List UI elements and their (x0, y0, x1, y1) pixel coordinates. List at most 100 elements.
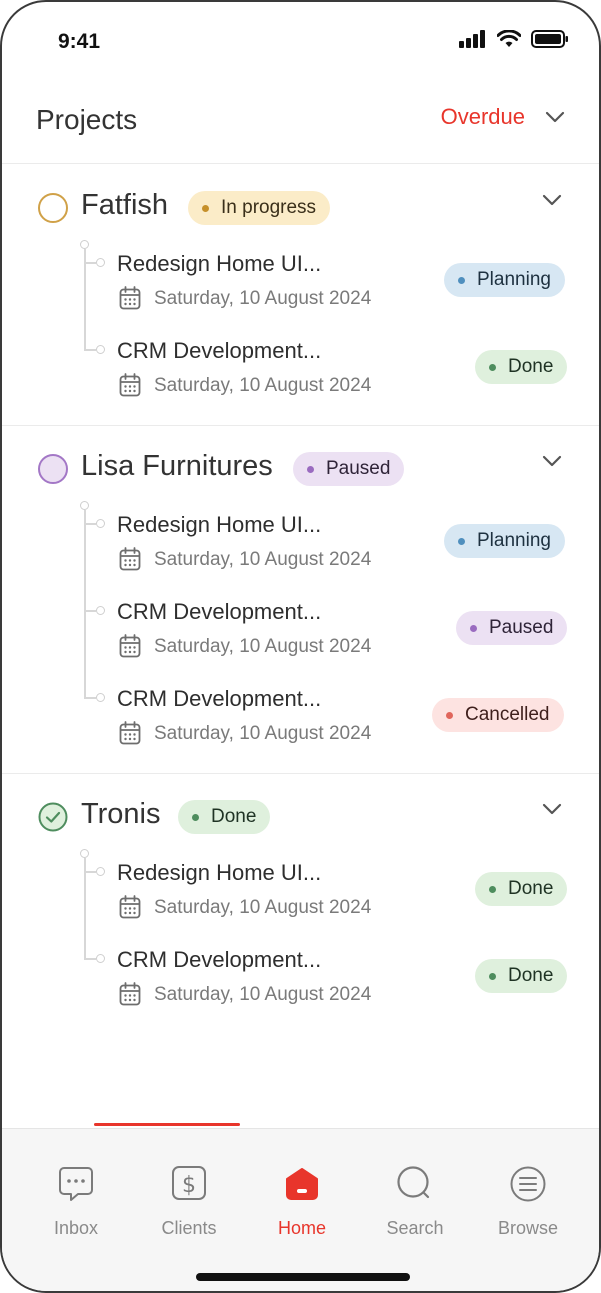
status-dot (489, 363, 496, 371)
task-item[interactable]: CRM Development... Saturday, 10 August 2… (2, 338, 599, 418)
status-badge-label: Planning (477, 530, 551, 551)
calendar-icon (119, 373, 141, 397)
status-badge: Done (475, 350, 568, 384)
task-item[interactable]: Redesign Home UI... Saturday, 10 August … (2, 512, 599, 592)
nav-label: Browse (497, 1218, 559, 1238)
status-badge-label: Paused (326, 458, 391, 479)
chevron-down-icon[interactable] (541, 193, 563, 207)
nav-item-inbox[interactable]: Inbox (26, 1165, 126, 1239)
task-date: Saturday, 10 August 2024 (154, 549, 372, 570)
nav-label: Home (277, 1218, 326, 1238)
calendar-icon (119, 547, 141, 571)
nav-label: Clients (161, 1218, 217, 1238)
task-item[interactable]: Redesign Home UI... Saturday, 10 August … (2, 251, 599, 331)
chevron-down-icon[interactable] (541, 802, 563, 816)
task-item[interactable]: CRM Development... Saturday, 10 August 2… (2, 599, 599, 679)
tree-node (80, 501, 89, 510)
overdue-filter-dropdown[interactable]: Overdue (441, 104, 565, 130)
task-name: CRM Development... (117, 338, 322, 363)
nav-label: Inbox (53, 1218, 99, 1238)
nav-item-browse[interactable]: Browse (478, 1165, 578, 1239)
tree-node (80, 240, 89, 249)
status-icons (459, 30, 569, 48)
filter-label: Overdue (440, 104, 525, 129)
task-name: Redesign Home UI... (117, 251, 322, 276)
search-icon (397, 1166, 430, 1199)
status-badge-label: Paused (489, 617, 554, 638)
page-header: Projects Overdue (2, 82, 599, 164)
status-dot (489, 972, 496, 980)
calendar-icon (119, 982, 141, 1006)
status-badge: Paused (293, 452, 405, 486)
calendar-icon (119, 895, 141, 919)
active-tab-indicator (94, 1123, 240, 1126)
status-badge-label: Done (508, 965, 554, 986)
page-title: Projects (36, 104, 138, 135)
status-dot (458, 537, 465, 545)
task-item[interactable]: CRM Development... Saturday, 10 August 2… (2, 947, 599, 1027)
status-badge: Cancelled (432, 698, 564, 732)
status-bar: 9:41 (2, 2, 599, 82)
project-header[interactable]: Tronis Done (2, 792, 599, 842)
task-name: CRM Development... (117, 686, 322, 711)
task-date: Saturday, 10 August 2024 (154, 897, 372, 918)
task-date: Saturday, 10 August 2024 (154, 288, 372, 309)
status-circle-icon (38, 454, 68, 484)
project-header[interactable]: Fatfish In progress (2, 183, 599, 233)
status-badge: Done (475, 872, 568, 906)
status-badge-label: In progress (221, 197, 317, 218)
status-dot (202, 204, 209, 212)
chat-bubble-icon (59, 1167, 93, 1201)
task-name: Redesign Home UI... (117, 512, 322, 537)
project-header[interactable]: Lisa Furnitures Paused (2, 444, 599, 494)
nav-item-clients[interactable]: $ Clients (139, 1165, 239, 1239)
phone-frame: 9:41 Projects Overdue Fatfish In progres… (0, 0, 601, 1293)
status-badge: Planning (444, 263, 565, 297)
calendar-icon (119, 634, 141, 658)
status-badge: In progress (188, 191, 331, 225)
status-dot (470, 624, 477, 632)
status-circle-icon (38, 193, 68, 223)
bottom-nav: Inbox $ Clients Home Search Browse (2, 1123, 599, 1291)
status-badge-label: Done (508, 878, 554, 899)
status-badge: Done (178, 800, 271, 834)
status-badge-label: Cancelled (465, 704, 550, 725)
status-dot (192, 813, 199, 821)
status-dot (446, 711, 453, 719)
task-date: Saturday, 10 August 2024 (154, 375, 372, 396)
tree-node (80, 849, 89, 858)
svg-text:$: $ (182, 1173, 196, 1198)
task-name: CRM Development... (117, 947, 322, 972)
nav-item-search[interactable]: Search (365, 1165, 465, 1239)
project-name: Lisa Furnitures (81, 450, 273, 482)
task-name: CRM Development... (117, 599, 322, 624)
task-name: Redesign Home UI... (117, 860, 322, 885)
status-dot (458, 276, 465, 284)
task-date: Saturday, 10 August 2024 (154, 723, 372, 744)
status-time: 9:41 (58, 30, 101, 53)
home-icon (286, 1168, 318, 1200)
project-group-tronis: Tronis Done Redesign Home UI... Saturday… (2, 774, 599, 1034)
chevron-down-icon (545, 111, 565, 123)
battery-icon (531, 30, 568, 48)
calendar-icon (119, 286, 141, 310)
chevron-down-icon[interactable] (541, 454, 563, 468)
calendar-icon (119, 721, 141, 745)
task-date: Saturday, 10 August 2024 (154, 636, 372, 657)
project-name: Fatfish (81, 189, 169, 221)
task-item[interactable]: CRM Development... Saturday, 10 August 2… (2, 686, 599, 766)
status-badge-label: Done (211, 806, 257, 827)
status-dot (307, 465, 314, 473)
dollar-icon: $ (172, 1166, 206, 1200)
project-group-fatfish: Fatfish In progress Redesign Home UI... (2, 165, 599, 426)
project-name: Tronis (81, 798, 161, 830)
wifi-icon (497, 30, 521, 47)
nav-item-home[interactable]: Home (252, 1165, 352, 1239)
task-date: Saturday, 10 August 2024 (154, 984, 372, 1005)
home-indicator (196, 1273, 410, 1281)
status-dot (489, 885, 496, 893)
check-circle-icon (38, 802, 68, 832)
list-icon (510, 1166, 546, 1202)
project-group-lisa-furnitures: Lisa Furnitures Paused Redesign Home UI.… (2, 426, 599, 774)
task-item[interactable]: Redesign Home UI... Saturday, 10 August … (2, 860, 599, 940)
